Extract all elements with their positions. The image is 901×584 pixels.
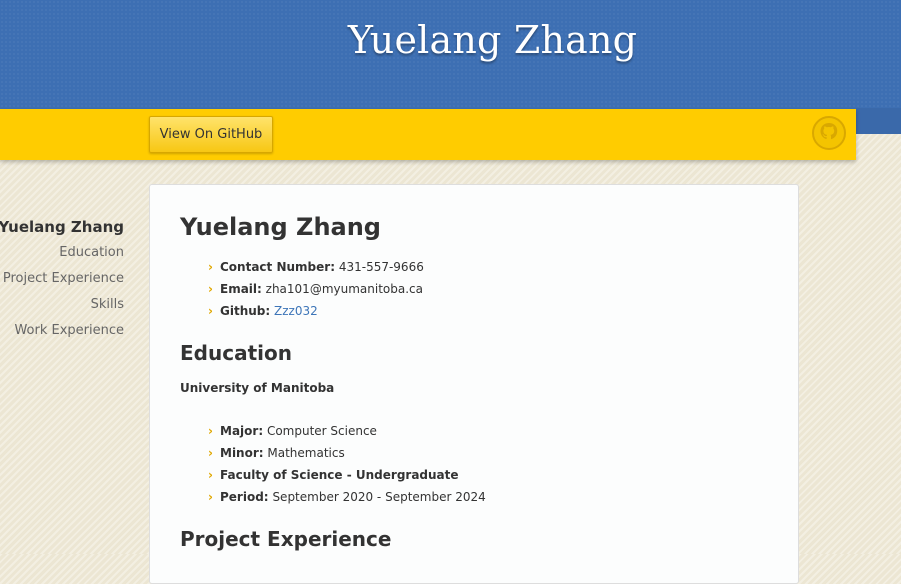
- sidebar-nav: Yuelang Zhang Education Project Experien…: [0, 214, 124, 344]
- list-item: › Faculty of Science - Undergraduate: [208, 464, 486, 486]
- period-label: Period:: [220, 490, 269, 504]
- list-item: › Contact Number: 431-557-9666: [208, 256, 424, 278]
- sidebar-item-project-experience[interactable]: Project Experience: [0, 266, 124, 292]
- list-item: › Major: Computer Science: [208, 420, 486, 442]
- contact-number-value: 431-557-9666: [338, 260, 424, 274]
- list-item: › Github: Zzz032: [208, 300, 424, 322]
- contact-list: › Contact Number: 431-557-9666 › Email: zh…: [208, 256, 424, 322]
- sidebar-item-yuelang-zhang[interactable]: Yuelang Zhang: [0, 214, 124, 240]
- major-value: Computer Science: [266, 424, 377, 438]
- chevron-right-icon: ›: [208, 490, 213, 504]
- faculty-label: Faculty of Science - Undergraduate: [220, 468, 459, 482]
- major-label: Major:: [220, 424, 264, 438]
- minor-label: Minor:: [220, 446, 264, 460]
- sidebar-item-education[interactable]: Education: [0, 240, 124, 266]
- site-title: Yuelang Zhang: [347, 18, 638, 62]
- github-label: Github:: [220, 304, 271, 318]
- sidebar-item-skills[interactable]: Skills: [0, 292, 124, 318]
- chevron-right-icon: ›: [208, 446, 213, 460]
- chevron-right-icon: ›: [208, 282, 213, 296]
- list-item: › Minor: Mathematics: [208, 442, 486, 464]
- view-on-github-button[interactable]: View On GitHub: [149, 116, 273, 153]
- list-item: › Email: zha101@myumanitoba.ca: [208, 278, 424, 300]
- school-name: University of Manitoba: [180, 381, 335, 395]
- education-list: › Major: Computer Science › Minor: Mathema…: [208, 420, 486, 508]
- email-value: zha101@myumanitoba.ca: [265, 282, 423, 296]
- list-item: › Period: September 2020 - September 2024: [208, 486, 486, 508]
- github-octocat-icon[interactable]: [812, 116, 846, 150]
- project-experience-heading: Project Experience: [180, 527, 392, 551]
- email-label: Email:: [220, 282, 262, 296]
- chevron-right-icon: ›: [208, 260, 213, 274]
- period-value: September 2020 - September 2024: [272, 490, 486, 504]
- chevron-right-icon: ›: [208, 468, 213, 482]
- chevron-right-icon: ›: [208, 424, 213, 438]
- contact-number-label: Contact Number:: [220, 260, 335, 274]
- github-ribbon: View On GitHub: [0, 109, 856, 160]
- github-link[interactable]: Zzz032: [274, 304, 318, 318]
- header-shade: [856, 108, 901, 134]
- content-card: Yuelang Zhang › Contact Number: 431-557-9…: [149, 184, 799, 584]
- name-heading: Yuelang Zhang: [180, 213, 381, 241]
- minor-value: Mathematics: [267, 446, 345, 460]
- chevron-right-icon: ›: [208, 304, 213, 318]
- sidebar-item-work-experience[interactable]: Work Experience: [0, 318, 124, 344]
- education-heading: Education: [180, 341, 292, 365]
